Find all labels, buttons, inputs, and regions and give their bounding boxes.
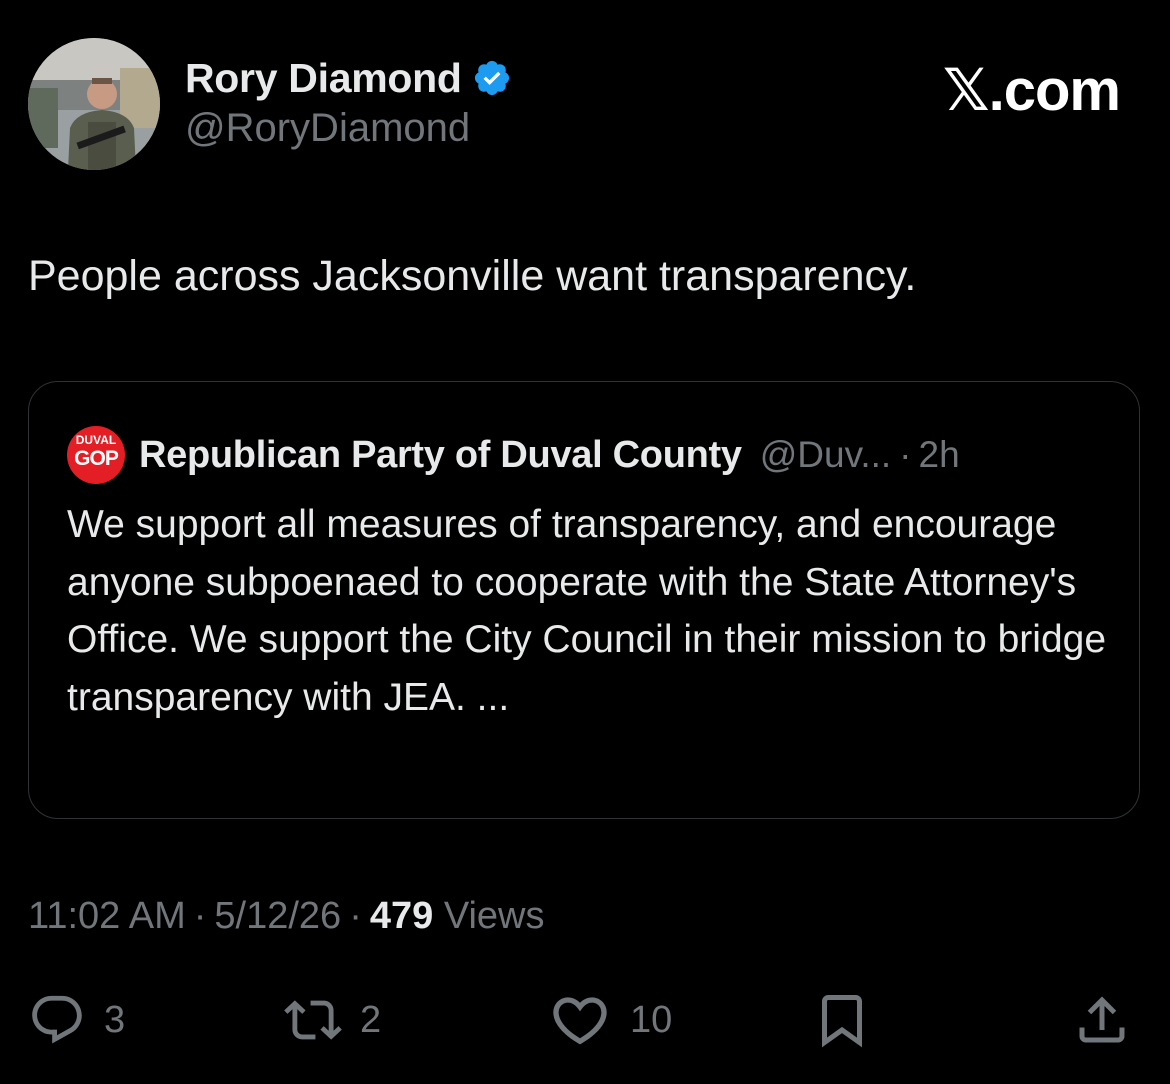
bookmark-icon [822,995,862,1048]
duval-gop-logo-icon: DUVAL GOP [67,426,125,484]
meta-separator: · [193,895,207,937]
views-count: 479 [369,895,434,937]
author-name[interactable]: Rory Diamond [185,55,462,102]
like-count: 10 [630,998,673,1041]
quoted-timestamp[interactable]: 2h [919,434,960,476]
reply-count: 3 [104,998,126,1041]
tweet-meta: 11:02 AM · 5/12/26 · 479 Views [28,895,545,938]
share-icon [1079,996,1125,1043]
quoted-author-name[interactable]: Republican Party of Duval County [139,434,742,477]
avatar-image [28,38,160,170]
heart-icon [553,997,607,1045]
reply-button[interactable]: 3 [28,990,125,1050]
quoted-tweet-card[interactable]: DUVAL GOP Republican Party of Duval Coun… [28,381,1140,819]
meta-separator: · [349,895,362,937]
tweet-text: People across Jacksonville want transpar… [28,252,917,300]
author-avatar[interactable] [28,38,160,170]
quoted-tweet-text: We support all measures of transparency,… [67,503,1107,719]
share-button[interactable] [1072,990,1132,1050]
logo-line-1: DUVAL [75,433,117,447]
x-brand-logo: 𝕏.com [942,58,1121,123]
repost-count: 2 [360,998,382,1041]
quoted-tweet-header: DUVAL GOP Republican Party of Duval Coun… [67,426,960,484]
repost-button[interactable]: 2 [284,990,381,1050]
views-label: Views [443,895,545,937]
author-name-row: Rory Diamond [185,52,512,104]
quoted-author-handle[interactable]: @Duv... [760,434,891,476]
tweet-time[interactable]: 11:02 AM [28,895,186,937]
like-button[interactable]: 10 [548,990,672,1050]
tweet-date[interactable]: 5/12/26 [214,895,341,937]
quoted-separator: · [899,434,912,475]
reply-icon [32,995,82,1044]
author-handle[interactable]: @RoryDiamond [185,106,470,151]
bookmark-button[interactable] [812,990,872,1050]
repost-icon [284,1000,342,1040]
logo-line-2: GOP [74,447,119,470]
verified-badge-icon [472,58,512,98]
